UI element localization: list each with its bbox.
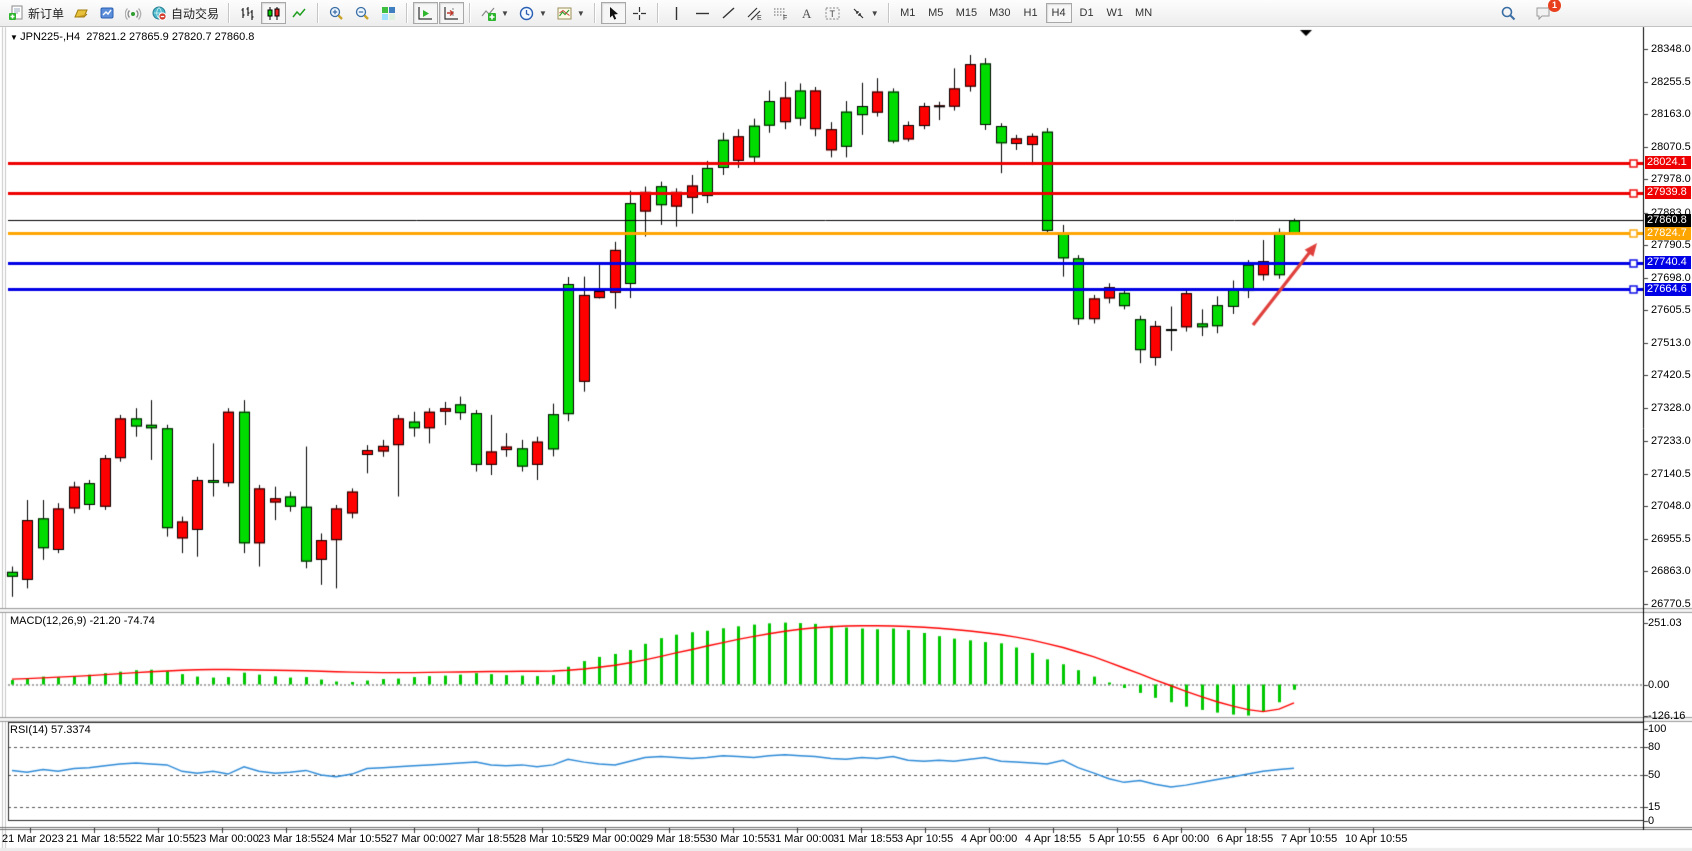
timeframe-group: M1M5M15M30H1H4D1W1MN (895, 3, 1157, 23)
chevron-down-icon: ▼ (871, 9, 879, 18)
horizontal-line-icon (694, 5, 711, 22)
template-icon (556, 5, 573, 22)
terminal-icon (99, 5, 116, 22)
signals-icon (125, 5, 142, 22)
timeframe-d1-button[interactable]: D1 (1074, 3, 1100, 23)
mt4-window: 新订单 自动交易 (0, 0, 1692, 851)
profiles-button[interactable] (69, 2, 94, 24)
timeframe-w1-button[interactable]: W1 (1102, 3, 1129, 23)
new-order-button[interactable]: 新订单 (4, 2, 68, 24)
autotrading-label: 自动交易 (171, 5, 219, 22)
tile-windows-icon (380, 5, 397, 22)
autotrading-icon (151, 5, 168, 22)
zoom-in-button[interactable] (324, 2, 349, 24)
fibonacci-icon: F (772, 5, 789, 22)
new-order-label: 新订单 (28, 5, 64, 22)
timeframe-m5-button[interactable]: M5 (923, 3, 949, 23)
text-box-button[interactable]: T (820, 2, 845, 24)
timeframe-m15-button[interactable]: M15 (951, 3, 982, 23)
chevron-down-icon: ▼ (577, 9, 585, 18)
period-clock-button[interactable]: ▼ (514, 2, 551, 24)
candlestick-button[interactable] (261, 2, 286, 24)
separator (228, 3, 230, 23)
trend-line-icon (720, 5, 737, 22)
timeframe-m1-button[interactable]: M1 (895, 3, 921, 23)
search-icon (1500, 5, 1517, 22)
toolbar: 新订单 自动交易 (0, 0, 1692, 27)
notification-badge: 1 (1548, 0, 1561, 12)
chart-shift-icon (443, 5, 460, 22)
line-chart-icon (291, 5, 308, 22)
auto-scroll-icon (417, 5, 434, 22)
search-button[interactable] (1496, 2, 1521, 24)
bar-chart-button[interactable] (235, 2, 260, 24)
line-chart-button[interactable] (287, 2, 312, 24)
text-box-icon: T (824, 5, 841, 22)
vertical-line-button[interactable] (664, 2, 689, 24)
new-order-icon (8, 5, 25, 22)
separator (317, 3, 319, 23)
separator (657, 3, 659, 23)
autotrading-button[interactable]: 自动交易 (147, 2, 223, 24)
shapes-icon (850, 5, 867, 22)
timeframe-h4-button[interactable]: H4 (1046, 3, 1072, 23)
trend-line-button[interactable] (716, 2, 741, 24)
timeframe-h1-button[interactable]: H1 (1018, 3, 1044, 23)
separator (594, 3, 596, 23)
crosshair-icon (631, 5, 648, 22)
channel-button[interactable]: E (742, 2, 767, 24)
template-button[interactable]: ▼ (552, 2, 589, 24)
toolbar-right: 1 (1496, 2, 1556, 24)
cursor-icon (605, 5, 622, 22)
tile-windows-button[interactable] (376, 2, 401, 24)
svg-text:T: T (829, 9, 835, 19)
notifications-button[interactable]: 1 (1531, 2, 1556, 24)
timeframe-m30-button[interactable]: M30 (984, 3, 1015, 23)
channel-icon: E (746, 5, 763, 22)
text-label-button[interactable]: A (794, 2, 819, 24)
horizontal-line-button[interactable] (690, 2, 715, 24)
chart-shift-button[interactable] (439, 2, 464, 24)
shapes-button[interactable]: ▼ (846, 2, 883, 24)
separator (406, 3, 408, 23)
zoom-out-icon (354, 5, 371, 22)
svg-text:E: E (757, 15, 762, 22)
vertical-line-icon (668, 5, 685, 22)
cursor-button[interactable] (601, 2, 626, 24)
text-label-icon: A (798, 5, 815, 22)
candlestick-icon (265, 5, 282, 22)
fibonacci-button[interactable]: F (768, 2, 793, 24)
chart-canvas[interactable] (0, 0, 1692, 851)
separator (469, 3, 471, 23)
bar-chart-icon (239, 5, 256, 22)
terminal-button[interactable] (95, 2, 120, 24)
indicators-button[interactable]: ▼ (476, 2, 513, 24)
auto-scroll-button[interactable] (413, 2, 438, 24)
indicators-icon (480, 5, 497, 22)
svg-text:F: F (783, 15, 787, 22)
signals-button[interactable] (121, 2, 146, 24)
timeframe-mn-button[interactable]: MN (1130, 3, 1157, 23)
profiles-icon (73, 5, 90, 22)
crosshair-button[interactable] (627, 2, 652, 24)
svg-text:A: A (802, 6, 812, 21)
zoom-out-button[interactable] (350, 2, 375, 24)
period-clock-icon (518, 5, 535, 22)
chevron-down-icon: ▼ (539, 9, 547, 18)
zoom-in-icon (328, 5, 345, 22)
chevron-down-icon: ▼ (501, 9, 509, 18)
separator (888, 3, 890, 23)
